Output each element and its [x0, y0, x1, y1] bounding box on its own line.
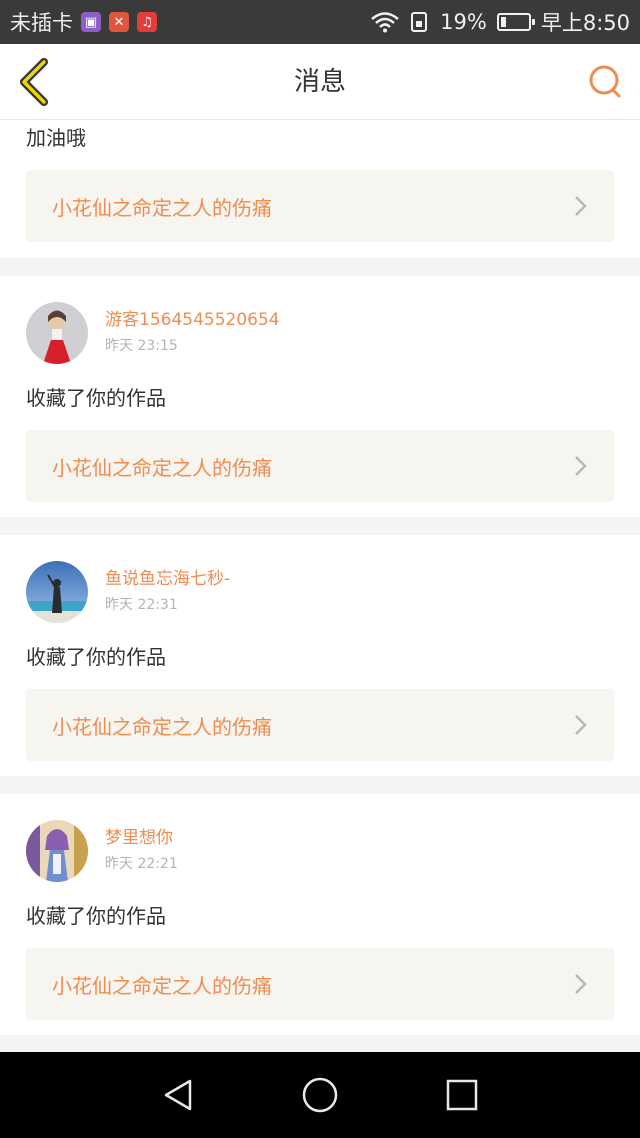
- gallery-icon: ▣: [81, 12, 101, 32]
- work-link[interactable]: 小花仙之命定之人的伤痛: [26, 948, 614, 1020]
- work-link[interactable]: 小花仙之命定之人的伤痛: [26, 430, 614, 502]
- tool-icon: ✕: [109, 12, 129, 32]
- status-left: 未插卡 ▣ ✕ ♫: [10, 7, 157, 37]
- chevron-right-icon: [575, 456, 587, 476]
- nav-recents-button[interactable]: [442, 1075, 482, 1115]
- message-text: 加油哦: [26, 126, 86, 150]
- user-meta: 游客1564545520654 昨天 23:15: [105, 309, 280, 357]
- nav-back-button[interactable]: [158, 1075, 198, 1115]
- search-icon: [589, 65, 621, 98]
- status-bar: 未插卡 ▣ ✕ ♫ 19% 早上8:50: [0, 0, 640, 44]
- page-title: 消息: [293, 67, 346, 97]
- system-nav-bar: [0, 1052, 640, 1138]
- username[interactable]: 游客1564545520654: [105, 309, 280, 331]
- message-card: 加油哦 小花仙之命定之人的伤痛: [0, 120, 640, 258]
- clock: 早上8:50: [540, 11, 630, 35]
- anime-character-avatar: [26, 820, 88, 882]
- work-title: 小花仙之命定之人的伤痛: [52, 455, 272, 480]
- work-title: 小花仙之命定之人的伤痛: [52, 714, 272, 739]
- message-card: 游客1564545520654 昨天 23:15 收藏了你的作品 小花仙之命定之…: [0, 276, 640, 517]
- user-row: 梦里想你 昨天 22:21: [26, 820, 614, 882]
- sim-data-icon: [411, 12, 428, 32]
- username[interactable]: 鱼说鱼忘海七秒-: [105, 568, 230, 590]
- message-text: 收藏了你的作品: [26, 645, 166, 669]
- work-link[interactable]: 小花仙之命定之人的伤痛: [26, 170, 614, 242]
- username[interactable]: 梦里想你: [105, 827, 178, 849]
- timestamp: 昨天 23:15: [105, 338, 178, 354]
- user-avatar[interactable]: [26, 820, 88, 882]
- music-icon: ♫: [137, 12, 157, 32]
- message-text: 收藏了你的作品: [26, 386, 166, 410]
- user-meta: 鱼说鱼忘海七秒- 昨天 22:31: [105, 568, 230, 616]
- wifi-icon: [371, 12, 399, 33]
- header: 消息: [0, 44, 640, 120]
- message-card: 鱼说鱼忘海七秒- 昨天 22:31 收藏了你的作品 小花仙之命定之人的伤痛: [0, 535, 640, 776]
- chevron-right-icon: [575, 196, 587, 216]
- battery-icon: [496, 13, 535, 31]
- carrier-text: 未插卡: [10, 11, 73, 35]
- nav-home-button[interactable]: [300, 1075, 340, 1115]
- work-title: 小花仙之命定之人的伤痛: [52, 195, 272, 220]
- girl-red-dress-avatar: [26, 302, 88, 364]
- battery-fill: [500, 17, 506, 27]
- timestamp: 昨天 22:21: [105, 856, 178, 872]
- user-avatar[interactable]: [26, 302, 88, 364]
- user-row: 游客1564545520654 昨天 23:15: [26, 302, 614, 364]
- triangle-back-icon: [164, 1079, 192, 1111]
- user-meta: 梦里想你 昨天 22:21: [105, 827, 178, 875]
- message-card: 梦里想你 昨天 22:21 收藏了你的作品 小花仙之命定之人的伤痛: [0, 794, 640, 1035]
- user-row: 鱼说鱼忘海七秒- 昨天 22:31: [26, 561, 614, 623]
- work-title: 小花仙之命定之人的伤痛: [52, 973, 272, 998]
- user-avatar[interactable]: [26, 561, 88, 623]
- timestamp: 昨天 22:31: [105, 597, 178, 613]
- chevron-right-icon: [575, 974, 587, 994]
- circle-home-icon: [302, 1077, 338, 1113]
- status-right: 19% 早上8:50: [370, 7, 630, 37]
- work-link[interactable]: 小花仙之命定之人的伤痛: [26, 689, 614, 761]
- square-recents-icon: [446, 1079, 478, 1111]
- message-text: 收藏了你的作品: [26, 904, 166, 928]
- beach-sky-avatar: [26, 561, 88, 623]
- battery-percent: 19%: [440, 10, 487, 34]
- chevron-right-icon: [575, 715, 587, 735]
- message-list[interactable]: 加油哦 小花仙之命定之人的伤痛 游客1564545520654 昨天 23:15…: [0, 120, 640, 1052]
- search-button[interactable]: [586, 62, 626, 102]
